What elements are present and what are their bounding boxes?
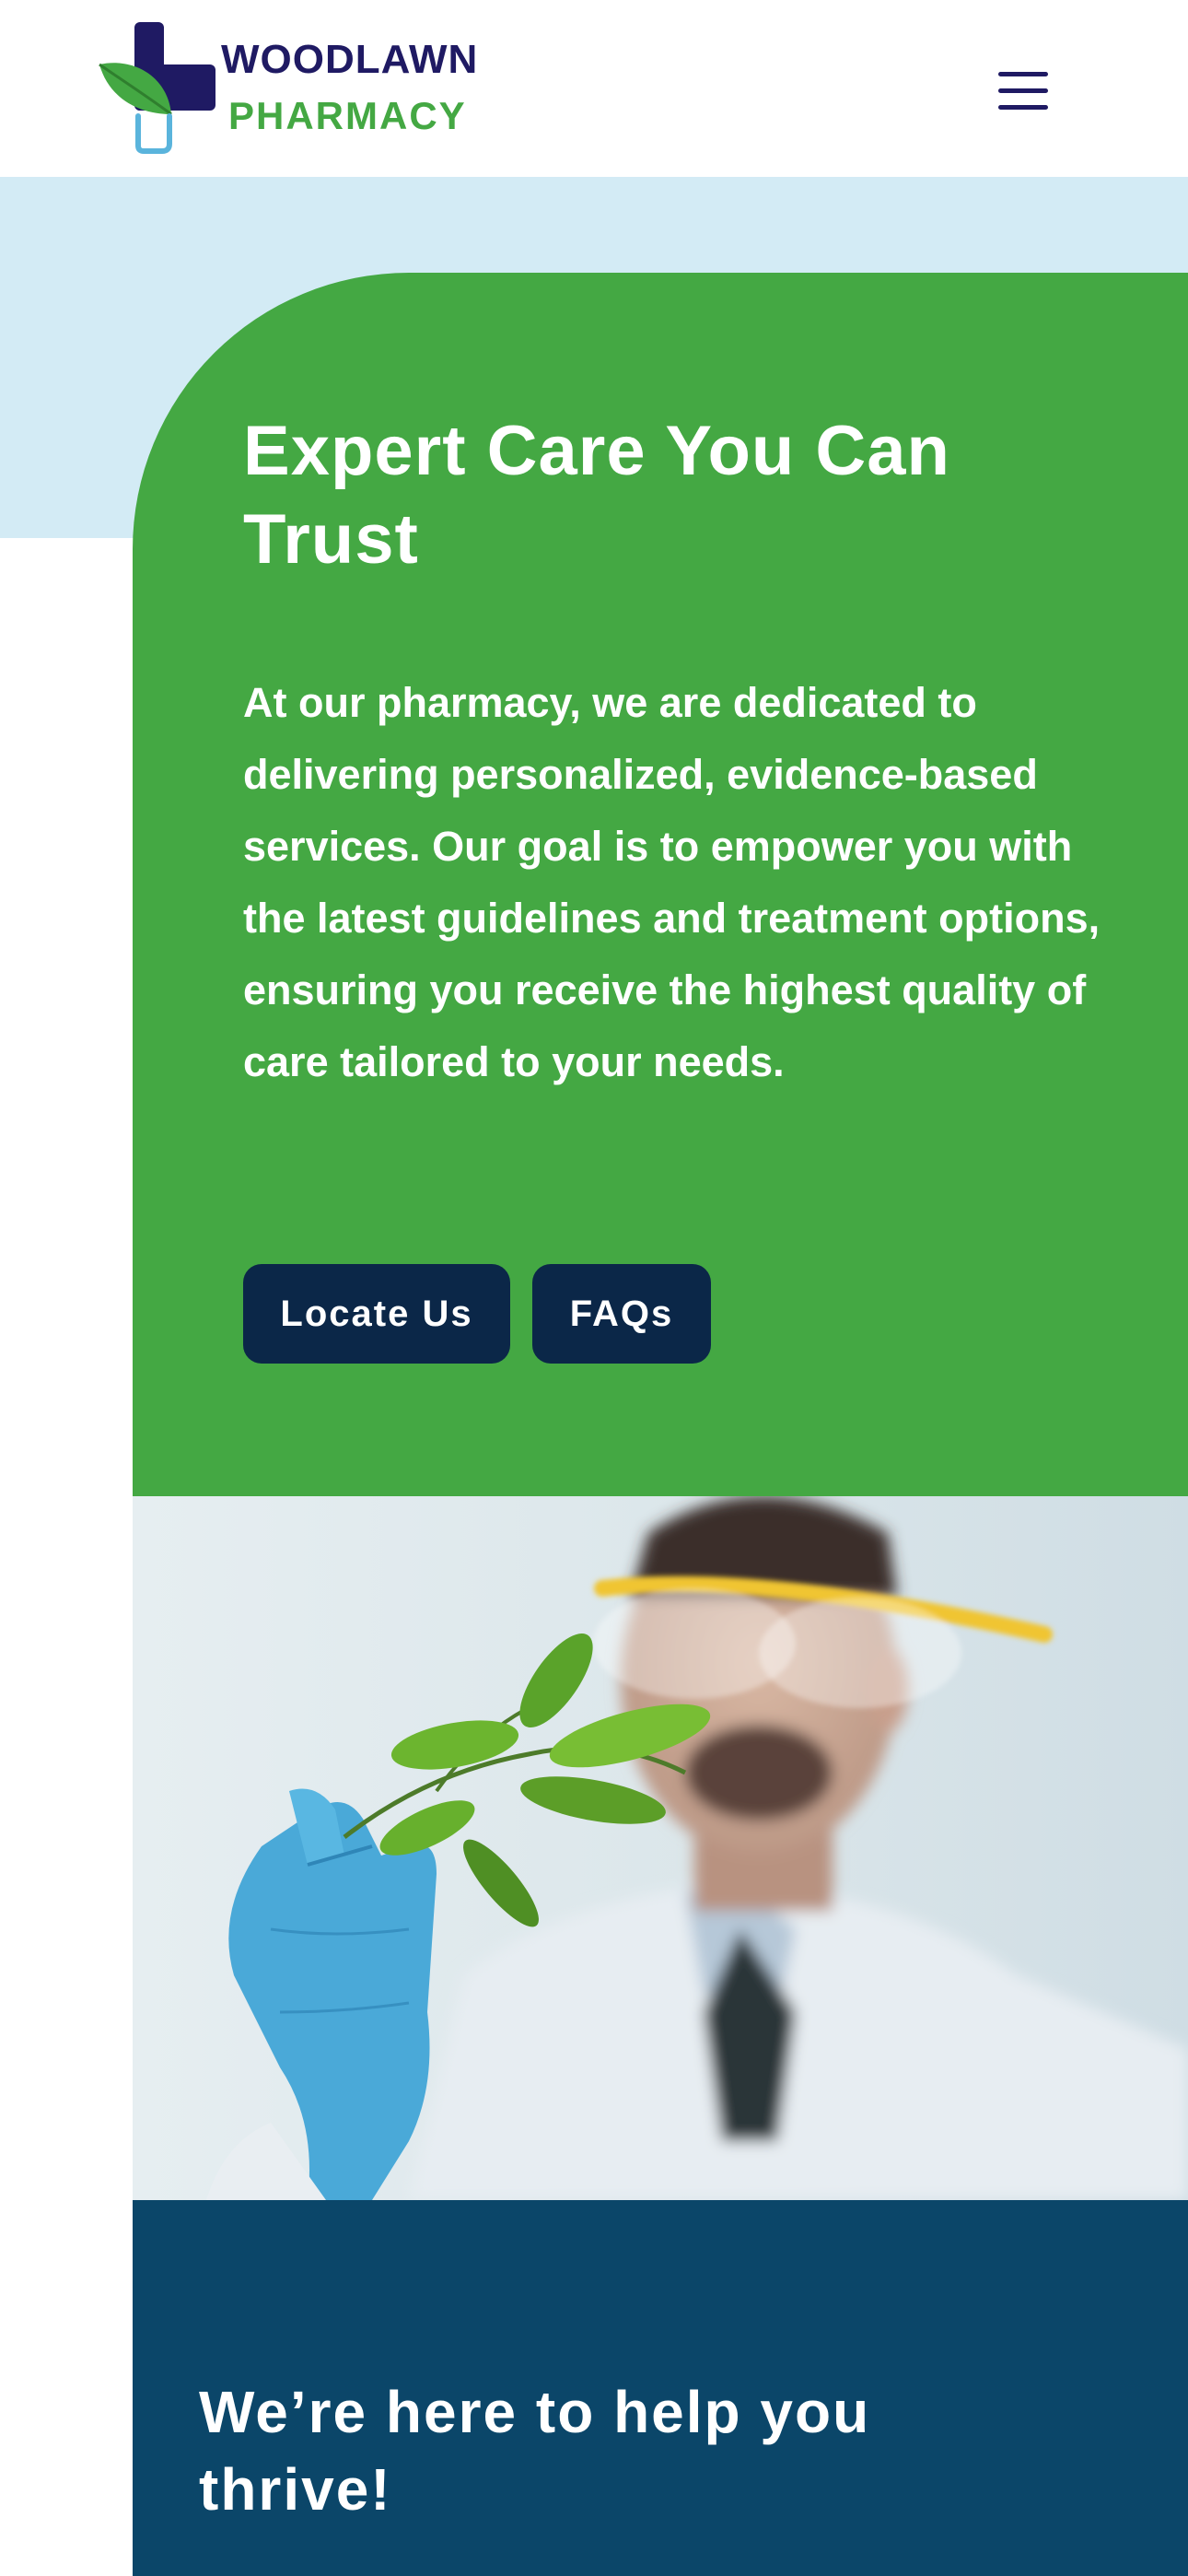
pharmacy-cross-leaf-icon (99, 22, 215, 154)
logo-text-pharmacy: PHARMACY (228, 94, 467, 137)
site-header: WOODLAWN PHARMACY (0, 0, 1188, 177)
locate-us-button[interactable]: Locate Us (243, 1264, 510, 1364)
help-section: We’re here to help you thrive! (133, 2200, 1188, 2576)
hero-title: Expert Care You Can Trust (243, 412, 950, 579)
menu-line (998, 88, 1048, 93)
help-title: We’re here to help you thrive! (199, 2379, 871, 2523)
logo-text-woodlawn: WOODLAWN (221, 37, 479, 82)
hero-description: At our pharmacy, we are dedicated to del… (243, 679, 1101, 1085)
hamburger-menu-icon[interactable] (985, 63, 1059, 118)
faqs-button[interactable]: FAQs (532, 1264, 711, 1364)
menu-line (998, 72, 1048, 76)
hero-card: Expert Care You Can Trust At our pharmac… (133, 273, 1188, 1496)
logo[interactable]: WOODLAWN PHARMACY (96, 20, 501, 157)
scientist-with-plant-image (206, 1496, 1188, 2200)
hero-photo (133, 1496, 1188, 2200)
menu-line (998, 105, 1048, 110)
